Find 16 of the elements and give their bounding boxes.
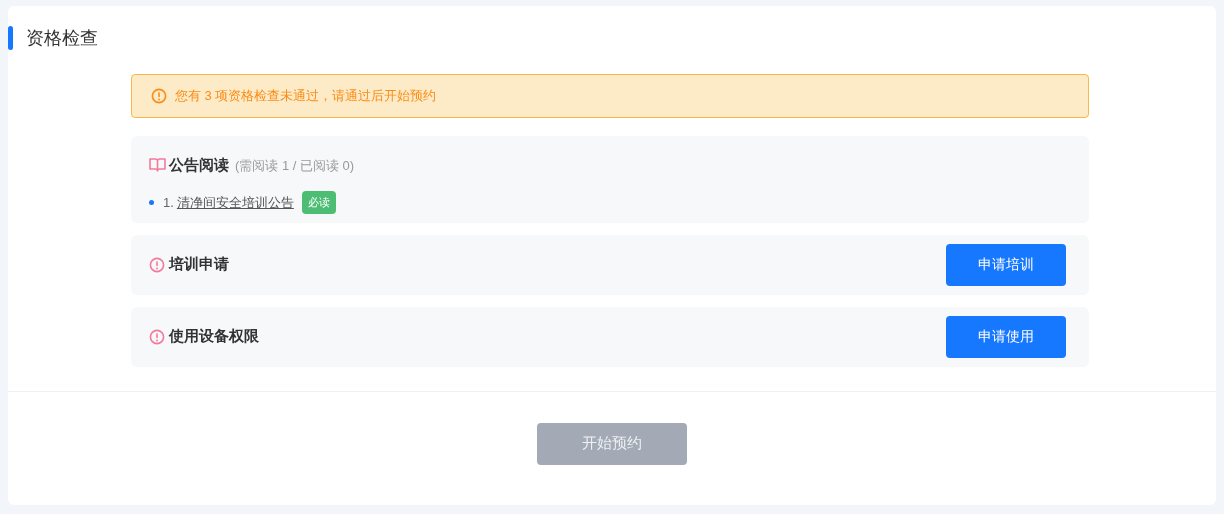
notice-link[interactable]: 清净间安全培训公告 <box>176 192 294 213</box>
item-number: 1. <box>163 193 174 212</box>
notice-summary: (需阅读 1 / 已阅读 0) <box>235 156 355 175</box>
required-tag: 必读 <box>301 191 336 214</box>
apply-button[interactable]: 申请培训 <box>946 243 1066 286</box>
notice-title: 公告阅读 <box>169 155 229 175</box>
section-title: 资格检查 <box>26 26 98 50</box>
warning-icon <box>149 256 165 273</box>
warning-icon <box>151 88 167 104</box>
check-title: 培训申请 <box>169 254 229 275</box>
apply-button[interactable]: 申请使用 <box>946 315 1066 358</box>
book-icon <box>149 157 166 174</box>
title-accent-bar <box>8 26 13 50</box>
check-title: 使用设备权限 <box>169 326 259 347</box>
alert-text: 您有 3 项资格检查未通过，请通过后开始预约 <box>175 87 437 106</box>
warning-icon <box>149 328 165 345</box>
